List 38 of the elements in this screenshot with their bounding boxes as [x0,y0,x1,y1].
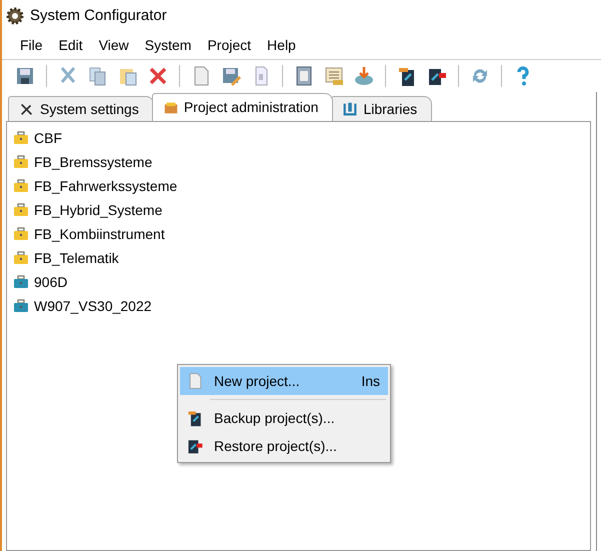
list-icon[interactable] [323,65,345,87]
delete-icon[interactable] [147,65,169,87]
download-icon[interactable] [353,65,375,87]
menu-item[interactable]: Restore project(s)... [180,432,388,460]
tree-item[interactable]: 906D [34,272,68,292]
save-edit-icon[interactable] [220,65,242,87]
tree-item[interactable]: FB_Bremssysteme [34,152,152,172]
menu-item[interactable]: View [90,35,137,56]
briefcase-icon [13,179,29,193]
tree-item[interactable]: FB_Telematik [34,248,119,268]
briefcase-icon [13,275,29,289]
tree-item[interactable]: FB_Kombiinstrument [34,224,165,244]
menu-item[interactable]: New project... Ins [180,367,388,395]
tree-item[interactable]: FB_Hybrid_Systeme [34,200,162,220]
briefcase-icon [13,155,29,169]
menu-item[interactable]: Edit [50,35,91,56]
briefcase-icon [13,299,29,313]
save-icon[interactable] [14,65,36,87]
tree-item[interactable]: FB_Fahrwerkssysteme [34,176,178,196]
tab[interactable]: Libraries [331,96,432,121]
tree-item[interactable]: CBF [34,128,62,148]
briefcase-icon [162,100,179,116]
gear-icon [6,7,24,25]
tab[interactable]: System settings [8,96,154,121]
briefcase-icon [13,251,29,265]
tab[interactable]: Project administration [152,93,334,121]
menu-item[interactable]: Project [199,35,260,56]
tree-item[interactable]: W907_VS30_2022 [34,296,152,316]
shortcut-text: Ins [361,372,380,390]
menu-item[interactable]: File [12,35,51,56]
menu-item[interactable]: Backup project(s)... [180,404,388,432]
briefcase-icon [13,203,29,217]
briefcase-icon [13,227,29,241]
briefcase-icon [13,131,29,145]
library-icon [342,101,358,117]
window-title: System Configurator [30,6,167,26]
menu-item[interactable]: System [136,35,200,56]
menu-item[interactable]: Help [259,35,304,56]
